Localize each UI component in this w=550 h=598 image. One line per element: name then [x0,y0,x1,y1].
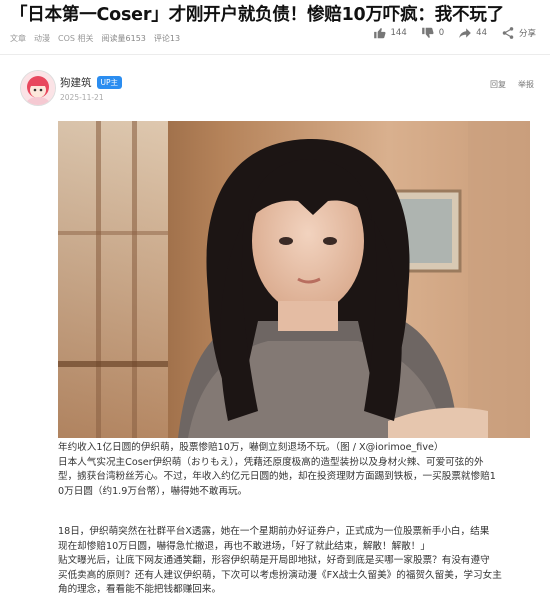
text-line: 日本人气实况主Coser伊织萌（おりもえ），凭藉还原度极高的造型装扮以及身材火辣… [58,456,484,468]
paragraph-1: 年约收入1亿日圆的伊织萌，股票惨赔10万，嚇倒立刻退场不玩。（图 / X@ior… [58,441,528,499]
dislike-button[interactable]: 0 [421,26,444,40]
author-avatar[interactable] [20,70,56,106]
comment-count: 评论13 [153,33,181,43]
header-divider [0,54,550,55]
read-count: 阅读量6153 [101,33,146,43]
post-date: 2025-11-21 [60,93,104,102]
author-name[interactable]: 狗建筑 [60,75,92,90]
meta-tag-article[interactable]: 文章 [10,33,26,44]
text-line: 现在却惨赔10万日圆，嚇得急忙撤退，再也不敢进场，「好了就此结束，解散！解散！」 [58,540,430,552]
text-line: 角的理念，看看能不能把钱都赚回来。 [58,584,222,596]
like-button[interactable]: 144 [373,26,407,40]
text-line: 贴文曝光后，让底下网友通通笑翻，形容伊织萌是开局即地狱，好奇到底是买哪一家股票？… [58,555,490,567]
thumbs-up-icon [373,28,386,39]
like-count: 144 [390,28,407,38]
share-count-button[interactable]: 44 [458,26,487,40]
up-badge: UP主 [96,76,123,89]
share-label: 分享 [518,29,536,39]
meta-tag-anime[interactable]: 动漫 [34,33,50,44]
report-link[interactable]: 举报 [518,79,534,90]
author-actions: 回复 举报 [490,79,534,90]
author-info: 狗建筑 UP主 [60,75,123,90]
paragraph-2: 18日，伊织萌突然在社群平台X透露，她在一个星期前办好证券户，正式成为一位股票新… [58,525,528,598]
share-icon [502,27,514,39]
meta-tag-cos[interactable]: COS 相关 [58,33,94,44]
text-line: 18日，伊织萌突然在社群平台X透露，她在一个星期前办好证券户，正式成为一位股票新… [58,526,490,537]
share-count: 44 [476,28,487,38]
article-title: 「日本第一Coser」才刚开户就负债！惨赔10万吓疯：我不玩了 [10,5,504,25]
text-line: 买低卖高的原则？还有人建议伊织萌，下次可以考虑扮演动漫《FX战士久留美》的福贺久… [58,569,502,581]
reply-link[interactable]: 回复 [490,79,506,90]
caption-line: 年约收入1亿日圆的伊织萌，股票惨赔10万，嚇倒立刻退场不玩。（图 / X@ior… [58,442,444,453]
dislike-count: 0 [438,28,445,38]
article-meta: 文章 动漫 COS 相关 阅读量6153 评论13 [10,30,180,46]
thumbs-down-icon [421,27,434,38]
article-actions: 144 0 44 分享 [373,26,536,40]
text-line: 型，掳获台湾粉丝芳心。不过，年收入约亿元日圆的她，却在投资理财方面踢到铁板，一买… [58,471,496,483]
article-photo [58,121,530,438]
share-button[interactable]: 分享 [501,26,536,40]
forward-arrow-icon [459,28,471,39]
text-line: 0万日圆（约1.9万台幣），嚇得她不敢再玩。 [58,485,248,497]
